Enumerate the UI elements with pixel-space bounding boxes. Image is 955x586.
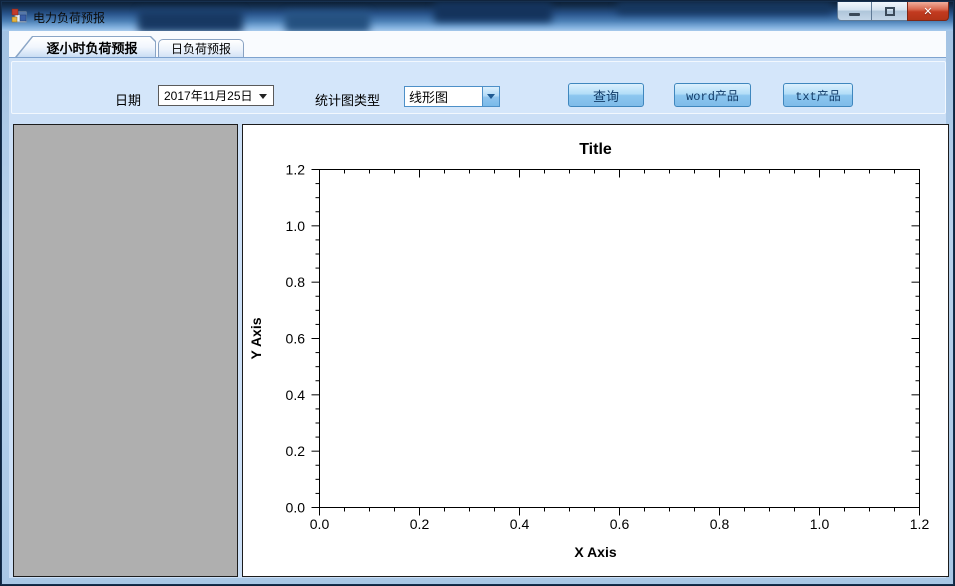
result-list-panel <box>13 124 238 577</box>
close-icon: ✕ <box>923 5 933 18</box>
svg-text:0.8: 0.8 <box>710 516 730 532</box>
minimize-button[interactable] <box>837 2 872 21</box>
titlebar-glass-reflection <box>285 12 370 31</box>
chart-type-combobox-value: 线形图 <box>409 90 449 105</box>
svg-text:1.0: 1.0 <box>810 516 830 532</box>
tab-hourly-forecast-label: 逐小时负荷预报 <box>46 40 138 56</box>
svg-text:0.0: 0.0 <box>286 500 306 516</box>
tab-strip: 逐小时负荷预报 日负荷预报 <box>9 31 946 57</box>
titlebar-glass-reflection <box>138 10 243 31</box>
svg-text:X Axis: X Axis <box>574 544 616 560</box>
tab-page-hourly: 日期 2017年11月25日 统计图类型 线形图 查询 word产品 txt产品 <box>9 57 949 578</box>
svg-text:0.6: 0.6 <box>610 516 630 532</box>
svg-text:1.2: 1.2 <box>286 162 306 178</box>
toolbar-panel: 日期 2017年11月25日 统计图类型 线形图 查询 word产品 txt产品 <box>11 61 946 114</box>
chart-panel: 0.0 0.2 0.4 0.6 0.8 1.0 1.2 0.0 0.2 0.4 0.6 0.8 1.0 1… <box>242 124 949 577</box>
chart-type-combobox[interactable]: 线形图 <box>404 86 500 107</box>
maximize-icon <box>884 6 895 16</box>
date-label: 日期 <box>115 93 142 108</box>
tab-hourly-forecast[interactable]: 逐小时负荷预报 <box>15 36 156 57</box>
word-export-button[interactable]: word产品 <box>674 83 751 107</box>
svg-text:0.4: 0.4 <box>286 387 306 403</box>
maximize-button[interactable] <box>872 2 907 21</box>
tab-daily-forecast[interactable]: 日负荷预报 <box>158 39 244 57</box>
svg-text:0.4: 0.4 <box>510 516 530 532</box>
svg-text:1.2: 1.2 <box>910 516 930 532</box>
app-window: 电力负荷预报 ✕ 逐小时负荷预报 日负荷预报 日期 2017年11月25日 统计… <box>0 0 955 586</box>
client-area: 逐小时负荷预报 日负荷预报 日期 2017年11月25日 统计图类型 线形图 查… <box>9 31 949 578</box>
svg-text:Y Axis: Y Axis <box>248 317 264 359</box>
title-bar: 电力负荷预报 ✕ <box>2 2 953 31</box>
chart-type-label: 统计图类型 <box>315 93 381 108</box>
app-icon <box>11 8 27 23</box>
close-button[interactable]: ✕ <box>907 2 949 21</box>
combobox-dropdown-button[interactable] <box>482 87 499 106</box>
svg-text:0.2: 0.2 <box>286 443 306 459</box>
svg-text:0.2: 0.2 <box>410 516 430 532</box>
svg-text:Title: Title <box>579 141 612 158</box>
tab-daily-forecast-label: 日负荷预报 <box>170 42 231 56</box>
svg-text:1.0: 1.0 <box>286 218 306 234</box>
date-combobox-value: 2017年11月25日 <box>164 89 253 103</box>
chevron-down-icon <box>487 94 495 99</box>
titlebar-glass-reflection <box>617 2 832 14</box>
window-title: 电力负荷预报 <box>33 11 106 25</box>
svg-text:0.0: 0.0 <box>310 516 330 532</box>
caption-buttons: ✕ <box>837 2 949 21</box>
titlebar-glass-reflection <box>434 2 552 22</box>
date-combobox[interactable]: 2017年11月25日 <box>158 85 274 106</box>
chevron-down-icon <box>259 94 267 99</box>
line-chart: 0.0 0.2 0.4 0.6 0.8 1.0 1.2 0.0 0.2 0.4 0.6 0.8 1.0 1… <box>248 141 930 560</box>
svg-text:0.8: 0.8 <box>286 274 306 290</box>
svg-text:0.6: 0.6 <box>286 331 306 347</box>
query-button[interactable]: 查询 <box>568 83 644 107</box>
txt-export-button[interactable]: txt产品 <box>783 83 853 107</box>
minimize-icon <box>849 12 860 16</box>
